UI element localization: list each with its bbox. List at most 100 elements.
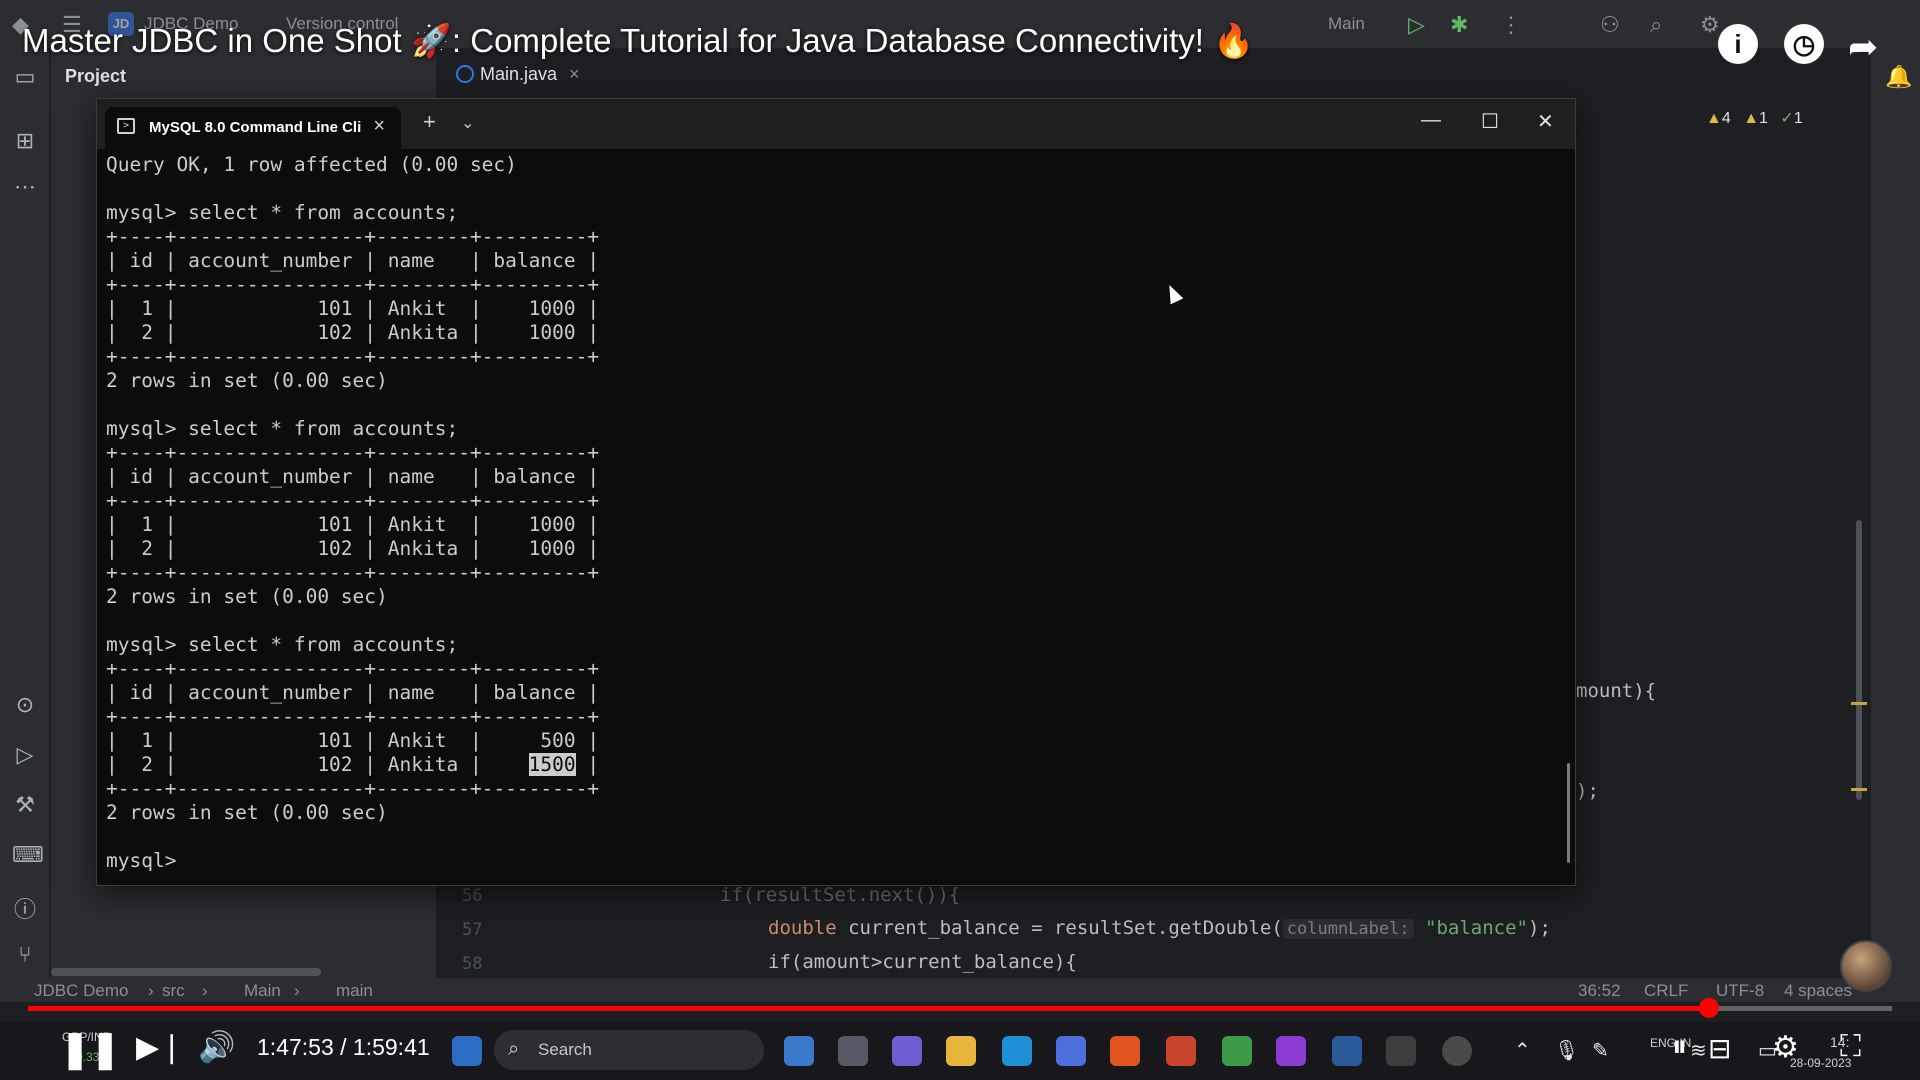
terminal-output[interactable]: Query OK, 1 row affected (0.00 sec) mysql… [106,153,599,873]
terminal-line: +----+----------------+--------+--------… [106,273,600,296]
close-icon[interactable]: × [373,115,385,138]
selected-text[interactable]: 1500 [528,753,576,776]
terminal-icon[interactable]: ⌨ [12,842,44,868]
add-user-icon[interactable]: ⚇ [1600,12,1620,38]
code-line: if(resultSet.next()){ [720,884,961,906]
subtitles-icon[interactable]: ⊟ [1708,1032,1731,1065]
editor-tab-main[interactable]: Main.java × [456,64,580,85]
breadcrumb-class[interactable]: Main [244,981,281,1001]
video-progress-scrubber[interactable] [1699,998,1719,1018]
pen-icon[interactable]: ✎ [1592,1038,1609,1063]
breadcrumb-separator: › [148,981,154,1000]
code-fragment: ); [1576,780,1599,802]
taskbar-search[interactable]: ⌕ Search [494,1030,764,1070]
terminal-tab-label: MySQL 8.0 Command Line Cli [149,119,362,136]
terminal-line: 2 rows in set (0.00 sec) [106,801,388,824]
volume-icon[interactable]: 🔊 [198,1030,235,1065]
run-icon[interactable]: ▷ [1408,12,1425,38]
app-icon-widgets[interactable] [784,1036,814,1066]
run-config-selector[interactable]: Main [1328,14,1365,34]
fullscreen-icon[interactable]: ⛶ [1840,1030,1861,1064]
next-video-icon[interactable]: ▶❘ [136,1030,184,1065]
weak-warning-icon: ▲ [1743,110,1760,127]
breadcrumb-src[interactable]: src [162,981,185,1001]
debug-icon[interactable]: ✱ [1450,12,1468,38]
maximize-icon[interactable]: ☐ [1481,109,1499,134]
warning-marker[interactable] [1851,702,1867,705]
parameter-hint: columnLabel: [1282,919,1414,939]
warning-marker[interactable] [1851,788,1867,791]
terminal-line: +----+----------------+--------+--------… [106,777,600,800]
pause-icon[interactable]: ❚❚ [60,1028,120,1070]
share-icon[interactable]: ➦ [1848,26,1878,68]
app-icon-chrome[interactable] [1222,1036,1252,1066]
app-icon-edge[interactable] [1002,1036,1032,1066]
code-line: double current_balance = resultSet.getDo… [768,917,1551,939]
build-icon[interactable]: ⚒ [12,792,38,818]
microphone-icon[interactable]: 🎙 [1554,1038,1579,1063]
terminal-line: mysql> [106,849,177,872]
video-title[interactable]: Master JDBC in One Shot 🚀: Complete Tuto… [22,22,1254,61]
file-encoding[interactable]: UTF-8 [1716,981,1764,1001]
line-number: 57 [462,920,483,940]
terminal-tab[interactable]: > MySQL 8.0 Command Line Cli × [105,107,401,149]
tray-chevron-icon[interactable]: ⌃ [1514,1038,1531,1063]
indent-setting[interactable]: 4 spaces [1784,981,1852,1001]
app-icon-explorer[interactable] [946,1036,976,1066]
problems-icon[interactable]: ⓘ [12,892,38,924]
app-icon-powerpoint[interactable] [1166,1036,1196,1066]
app-icon-obs[interactable] [1442,1036,1472,1066]
app-icon-taskview[interactable] [838,1036,868,1066]
new-tab-icon[interactable]: + [423,109,436,135]
breadcrumb-project[interactable]: JDBC Demo [34,981,128,1001]
creator-avatar[interactable] [1840,940,1892,992]
search-icon[interactable]: ⌕ [1650,12,1662,38]
video-time: 1:47:53 / 1:59:41 [257,1034,430,1060]
wifi-icon[interactable]: ≋ [1690,1038,1707,1063]
settings-icon[interactable]: ⚙ [1700,12,1720,38]
app-icon-terminal[interactable] [1386,1036,1416,1066]
watch-later-icon[interactable]: ◷ [1784,24,1824,64]
notifications-icon[interactable]: 🔔 [1885,64,1912,90]
java-class-icon [456,65,474,83]
terminal-window[interactable]: > MySQL 8.0 Command Line Cli × + ⌄ — ☐ ✕… [96,98,1576,886]
close-icon[interactable]: × [569,64,580,84]
project-folder-icon[interactable]: ▭ [12,64,38,90]
project-panel-title[interactable]: Project [65,66,126,87]
windows-start-icon[interactable] [452,1036,482,1066]
warning-icon: ▲ [1706,110,1722,127]
terminal-scrollbar[interactable] [1567,763,1570,863]
more-tools-icon[interactable]: ⋯ [12,174,38,200]
settings-gear-icon[interactable]: ⚙ [1772,1030,1799,1065]
close-window-icon[interactable]: ✕ [1537,109,1554,134]
code-line: if(amount>current_balance){ [768,951,1077,973]
more-icon[interactable]: ⋮ [1500,12,1522,38]
app-icon-workbench[interactable] [1332,1036,1362,1066]
breadcrumb-method[interactable]: main [336,981,373,1001]
services-icon[interactable]: ⊙ [12,692,38,718]
structure-icon[interactable]: ⊞ [12,128,38,154]
app-icon-brave[interactable] [1110,1036,1140,1066]
line-ending[interactable]: CRLF [1644,981,1688,1001]
git-icon[interactable]: ⑂ [12,942,38,968]
chevron-down-icon[interactable]: ⌄ [461,113,474,133]
terminal-titlebar[interactable]: > MySQL 8.0 Command Line Cli × + ⌄ — ☐ ✕ [97,99,1575,149]
app-icon-intellij[interactable] [1276,1036,1306,1066]
run-panel-icon[interactable]: ▷ [12,742,38,768]
info-icon[interactable]: i [1718,24,1758,64]
app-icon-teams[interactable] [892,1036,922,1066]
terminal-line: 2 rows in set (0.00 sec) [106,369,388,392]
editor-scrollbar[interactable] [1856,520,1862,800]
app-icon-store[interactable] [1056,1036,1086,1066]
pause-icon-right[interactable]: ⏸ [1672,1030,1687,1064]
inspection-summary[interactable]: ▲4 ▲1 ✓1 [1706,108,1803,128]
screen: ◆ ☰ JD JDBC Demo Version control Main ▷ … [0,0,1920,1080]
terminal-line: +----+----------------+--------+--------… [106,657,600,680]
project-panel-scrollbar[interactable] [51,968,321,976]
caret-position[interactable]: 36:52 [1578,981,1621,1001]
minimize-icon[interactable]: — [1421,109,1441,132]
terminal-lines: Query OK, 1 row affected (0.00 sec) mysql… [106,153,599,753]
video-progress-fill [28,1006,1709,1011]
terminal-line: +----+----------------+--------+--------… [106,561,600,584]
